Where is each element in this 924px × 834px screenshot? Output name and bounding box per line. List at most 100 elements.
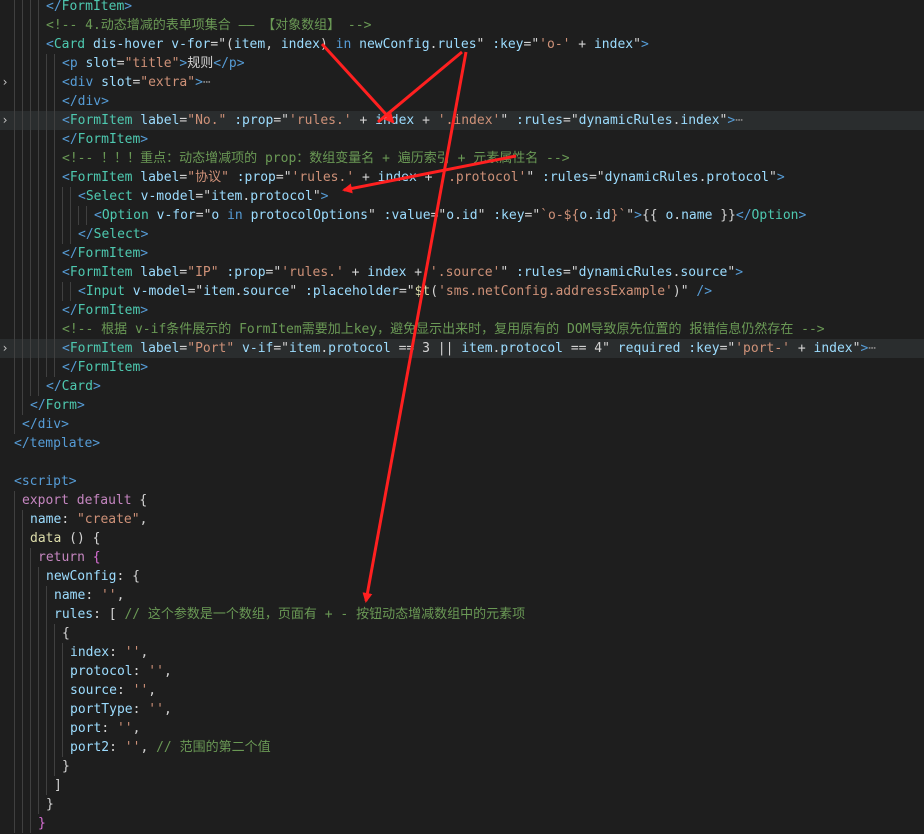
- code-line[interactable]: </FormItem>: [0, 358, 924, 377]
- code-line[interactable]: </FormItem>: [0, 244, 924, 263]
- code-token: 'rules.': [291, 170, 355, 185]
- code-line[interactable]: </FormItem>: [0, 301, 924, 320]
- indent-guide: [22, 624, 23, 643]
- code-line[interactable]: <script>: [0, 472, 924, 491]
- code-token: '': [100, 588, 117, 603]
- code-token: </: [62, 94, 78, 109]
- code-line[interactable]: </FormItem>: [0, 0, 924, 16]
- indent-guide: [46, 54, 47, 73]
- code-line[interactable]: </Form>: [0, 396, 924, 415]
- indent-guide: [54, 662, 55, 681]
- indent-guide: [14, 719, 15, 738]
- code-content: ]: [54, 776, 62, 795]
- code-token: "extra": [140, 75, 196, 90]
- indent-guide: [46, 624, 47, 643]
- code-line[interactable]: <FormItem label="IP" :prop="'rules.' + i…: [0, 263, 924, 282]
- indent-guide: [14, 111, 15, 130]
- indent-guide: [14, 624, 15, 643]
- code-token: template: [29, 436, 93, 451]
- code-token: 'sms.netConfig.addressExample': [438, 284, 673, 299]
- indent-guide: [38, 206, 39, 225]
- code-token: in: [227, 208, 243, 223]
- code-content: return {: [38, 548, 101, 567]
- code-line[interactable]: <!-- ！！！重点：动态增减项的 prop：数组变量名 + 遍历索引 + 元素…: [0, 149, 924, 168]
- code-line[interactable]: <Card dis-hover v-for="(item, index) in …: [0, 35, 924, 54]
- code-token: FormItem: [77, 246, 141, 261]
- code-line[interactable]: newConfig: {: [0, 567, 924, 586]
- code-line[interactable]: <!-- 根据 v-if条件展示的 FormItem需要加上key，避免显示出来…: [0, 320, 924, 339]
- indent-guide: [22, 168, 23, 187]
- indent-guide: [54, 54, 55, 73]
- code-line[interactable]: name: '',: [0, 586, 924, 605]
- code-line[interactable]: [0, 453, 924, 472]
- indent-guide: [30, 244, 31, 263]
- code-line[interactable]: }: [0, 795, 924, 814]
- code-token: script: [21, 474, 69, 489]
- code-line[interactable]: index: '',: [0, 643, 924, 662]
- code-line[interactable]: </template>: [0, 434, 924, 453]
- code-line[interactable]: </Select>: [0, 225, 924, 244]
- code-line[interactable]: </div>: [0, 92, 924, 111]
- code-token: .: [320, 341, 329, 356]
- indent-guide: [30, 643, 31, 662]
- code-line[interactable]: </Card>: [0, 377, 924, 396]
- code-token: =": [195, 208, 212, 223]
- fold-chevron-icon[interactable]: ›: [0, 339, 10, 358]
- code-content: <p slot="title">规则</p>: [62, 54, 245, 73]
- indent-guide: [14, 681, 15, 700]
- indent-guide: [30, 700, 31, 719]
- code-line[interactable]: data () {: [0, 529, 924, 548]
- code-token: index: [680, 113, 720, 128]
- code-line[interactable]: export default {: [0, 491, 924, 510]
- code-line[interactable]: {: [0, 624, 924, 643]
- code-token: }: [46, 797, 54, 812]
- code-token: +: [343, 265, 368, 280]
- code-line[interactable]: </FormItem>: [0, 130, 924, 149]
- code-token: 'rules.': [289, 113, 352, 128]
- code-token: '.protocol': [440, 170, 527, 185]
- code-line[interactable]: return {: [0, 548, 924, 567]
- code-line[interactable]: port2: '', // 范围的第二个值: [0, 738, 924, 757]
- code-token: v-model: [140, 189, 196, 204]
- code-token: <!-- 4.动态增减的表单项集合 —— 【对象数组】 -->: [46, 18, 372, 33]
- code-line[interactable]: protocol: '',: [0, 662, 924, 681]
- code-line[interactable]: rules: [ // 这个参数是一个数组，页面有 + - 按钮动态增减数组中的…: [0, 605, 924, 624]
- code-line[interactable]: ]: [0, 776, 924, 795]
- indent-guide: [46, 111, 47, 130]
- code-line[interactable]: <FormItem label="协议" :prop="'rules.' + i…: [0, 168, 924, 187]
- code-line[interactable]: <Option v-for="o in protocolOptions" :va…: [0, 206, 924, 225]
- code-line[interactable]: <Input v-model="item.source" :placeholde…: [0, 282, 924, 301]
- code-line[interactable]: <p slot="title">规则</p>: [0, 54, 924, 73]
- code-line[interactable]: source: '',: [0, 681, 924, 700]
- code-line[interactable]: }: [0, 814, 924, 833]
- code-line[interactable]: }: [0, 757, 924, 776]
- fold-chevron-icon[interactable]: ›: [0, 73, 10, 92]
- code-line[interactable]: portType: '',: [0, 700, 924, 719]
- indent-guide: [38, 16, 39, 35]
- code-editor[interactable]: </FormItem> <!-- 4.动态增减的表单项集合 —— 【对象数组】 -…: [0, 0, 924, 834]
- code-token: protocol: [500, 341, 563, 356]
- code-token: =": [719, 341, 736, 356]
- indent-guide: [38, 377, 39, 396]
- code-line[interactable]: port: '',: [0, 719, 924, 738]
- code-line[interactable]: › <FormItem label="No." :prop="'rules.' +…: [0, 111, 924, 130]
- code-line[interactable]: </div>: [0, 415, 924, 434]
- code-line[interactable]: name: "create",: [0, 510, 924, 529]
- indent-guide: [38, 73, 39, 92]
- code-token: $t: [414, 284, 431, 299]
- code-token: item: [203, 284, 235, 299]
- code-line[interactable]: › <div slot="extra">⋯: [0, 73, 924, 92]
- code-line[interactable]: <!-- 4.动态增减的表单项集合 —— 【对象数组】 -->: [0, 16, 924, 35]
- code-token: =": [398, 284, 415, 299]
- code-line[interactable]: › <FormItem label="Port" v-if="item.proto…: [0, 339, 924, 358]
- indent-guide: [14, 605, 15, 624]
- code-line[interactable]: <Select v-model="item.protocol">: [0, 187, 924, 206]
- code-content: name: "create",: [30, 510, 147, 529]
- code-content: </template>: [14, 434, 100, 453]
- code-token: ,: [116, 588, 125, 603]
- fold-chevron-icon[interactable]: ›: [0, 111, 10, 130]
- code-token: div: [69, 75, 94, 90]
- code-content: port2: '', // 范围的第二个值: [70, 738, 271, 757]
